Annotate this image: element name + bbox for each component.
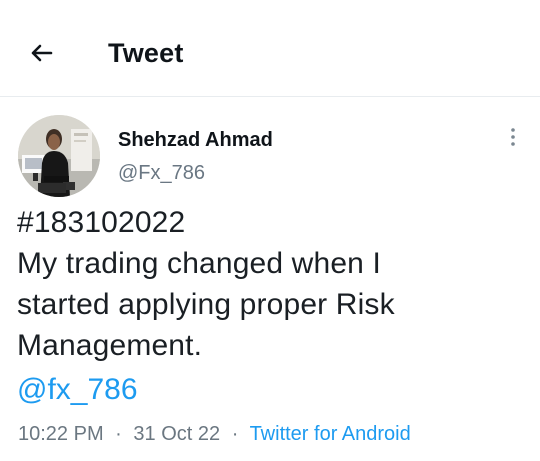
- tweet-meta: 10:22 PM · 31 Oct 22 · Twitter for Andro…: [18, 421, 411, 447]
- tweet-detail-screen: Tweet Shehzad Ahmad @Fx_786 #183102022 M…: [0, 0, 540, 461]
- app-header: Tweet: [0, 0, 540, 97]
- author-name[interactable]: Shehzad Ahmad: [118, 127, 273, 153]
- author-handle[interactable]: @Fx_786: [118, 160, 205, 186]
- arrow-left-icon: [31, 44, 53, 62]
- profile-photo: [18, 115, 100, 197]
- more-vertical-icon: [511, 128, 515, 146]
- tweet-text: #183102022 My trading changed when I sta…: [17, 206, 395, 362]
- page-title: Tweet: [108, 38, 184, 68]
- more-options-button[interactable]: [505, 125, 521, 149]
- back-button[interactable]: [27, 38, 57, 68]
- meta-separator: ·: [231, 423, 239, 445]
- meta-separator: ·: [115, 423, 122, 445]
- tweet-source-link[interactable]: Twitter for Android: [250, 423, 411, 445]
- tweet-card: Shehzad Ahmad @Fx_786 #183102022 My trad…: [0, 97, 540, 461]
- avatar[interactable]: [18, 115, 100, 197]
- tweet-date: 31 Oct 22: [133, 423, 221, 445]
- tweet-time: 10:22 PM: [18, 423, 104, 445]
- mention-link[interactable]: @fx_786: [17, 369, 138, 410]
